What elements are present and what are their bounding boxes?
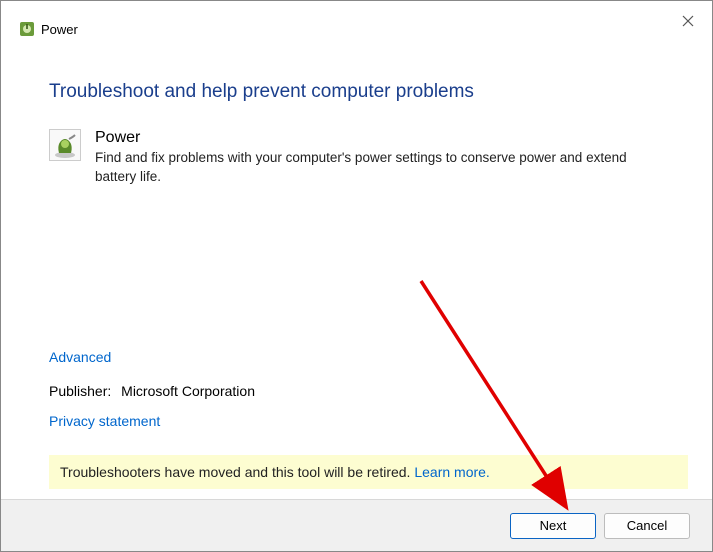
- learn-more-link[interactable]: Learn more.: [414, 464, 489, 480]
- titlebar: Power: [1, 1, 712, 45]
- window-title: Power: [41, 22, 78, 37]
- troubleshooter-icon: [49, 129, 81, 161]
- next-button[interactable]: Next: [510, 513, 596, 539]
- privacy-statement-link[interactable]: Privacy statement: [49, 413, 160, 429]
- advanced-link[interactable]: Advanced: [49, 349, 111, 365]
- cancel-button[interactable]: Cancel: [604, 513, 690, 539]
- troubleshooter-item: Power Find and fix problems with your co…: [49, 129, 664, 187]
- troubleshooter-text: Power Find and fix problems with your co…: [95, 129, 664, 187]
- close-button[interactable]: [678, 11, 698, 31]
- content-area: Troubleshoot and help prevent computer p…: [1, 45, 712, 187]
- links-section: Advanced Publisher: Microsoft Corporatio…: [49, 349, 664, 443]
- publisher-row: Publisher: Microsoft Corporation: [49, 383, 664, 399]
- publisher-value: Microsoft Corporation: [121, 383, 255, 399]
- troubleshooter-title: Power: [95, 129, 664, 147]
- publisher-label: Publisher:: [49, 383, 111, 399]
- troubleshooter-description: Find and fix problems with your computer…: [95, 149, 664, 187]
- page-heading: Troubleshoot and help prevent computer p…: [49, 81, 664, 103]
- footer-bar: Next Cancel: [1, 499, 712, 551]
- power-icon: [19, 21, 35, 37]
- banner-message: Troubleshooters have moved and this tool…: [60, 464, 414, 480]
- retirement-banner: Troubleshooters have moved and this tool…: [49, 455, 688, 489]
